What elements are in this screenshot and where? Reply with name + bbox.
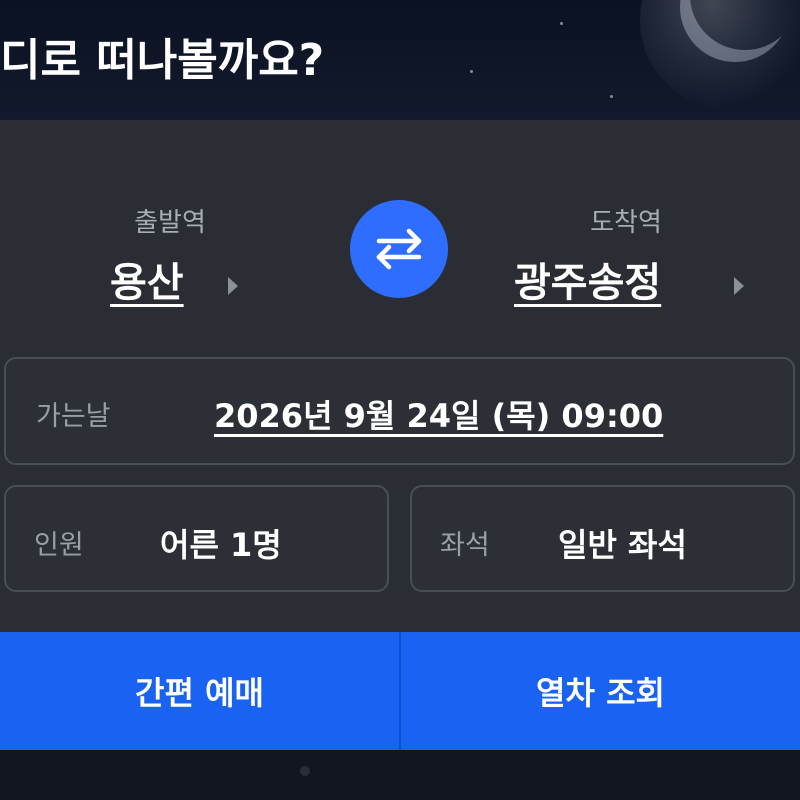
date-field-value: 2026년 9월 24일 (목) 09:00 — [214, 397, 664, 435]
seat-field-value: 일반 좌석 — [558, 526, 687, 564]
date-field[interactable]: 가는날 2026년 9월 24일 (목) 09:00 — [4, 357, 795, 465]
action-bar: 간편 예매 열차 조회 — [0, 632, 800, 750]
arrival-caret-icon — [734, 277, 744, 295]
departure-label: 출발역 — [134, 208, 206, 238]
swap-arrows-icon — [376, 228, 422, 270]
footer-dot — [300, 766, 310, 776]
passengers-field-value: 어른 1명 — [160, 526, 282, 564]
departure-caret-icon — [228, 277, 238, 295]
footer-area — [0, 750, 800, 800]
quick-booking-button[interactable]: 간편 예매 — [0, 632, 399, 750]
app-root: 디로 떠나볼까요? 출발역 용산 도착역 광주송정 가는날 2026년 9월 2 — [0, 0, 800, 800]
star — [610, 95, 613, 98]
arrival-station[interactable]: 광주송정 — [514, 250, 661, 308]
passengers-field-label: 인원 — [34, 530, 84, 561]
seat-field[interactable]: 좌석 일반 좌석 — [410, 485, 795, 592]
departure-station[interactable]: 용산 — [110, 250, 184, 308]
header-banner: 디로 떠나볼까요? — [0, 0, 800, 120]
date-field-label: 가는날 — [36, 401, 111, 432]
star — [560, 22, 563, 25]
page-title: 디로 떠나볼까요? — [0, 35, 325, 86]
seat-field-label: 좌석 — [440, 530, 490, 561]
search-trains-button[interactable]: 열차 조회 — [401, 632, 800, 750]
passengers-field[interactable]: 인원 어른 1명 — [4, 485, 389, 592]
swap-stations-button[interactable] — [350, 200, 448, 298]
star — [470, 70, 473, 73]
arrival-label: 도착역 — [590, 208, 662, 238]
search-panel: 출발역 용산 도착역 광주송정 가는날 2026년 9월 24일 (목) 09:… — [0, 120, 800, 632]
